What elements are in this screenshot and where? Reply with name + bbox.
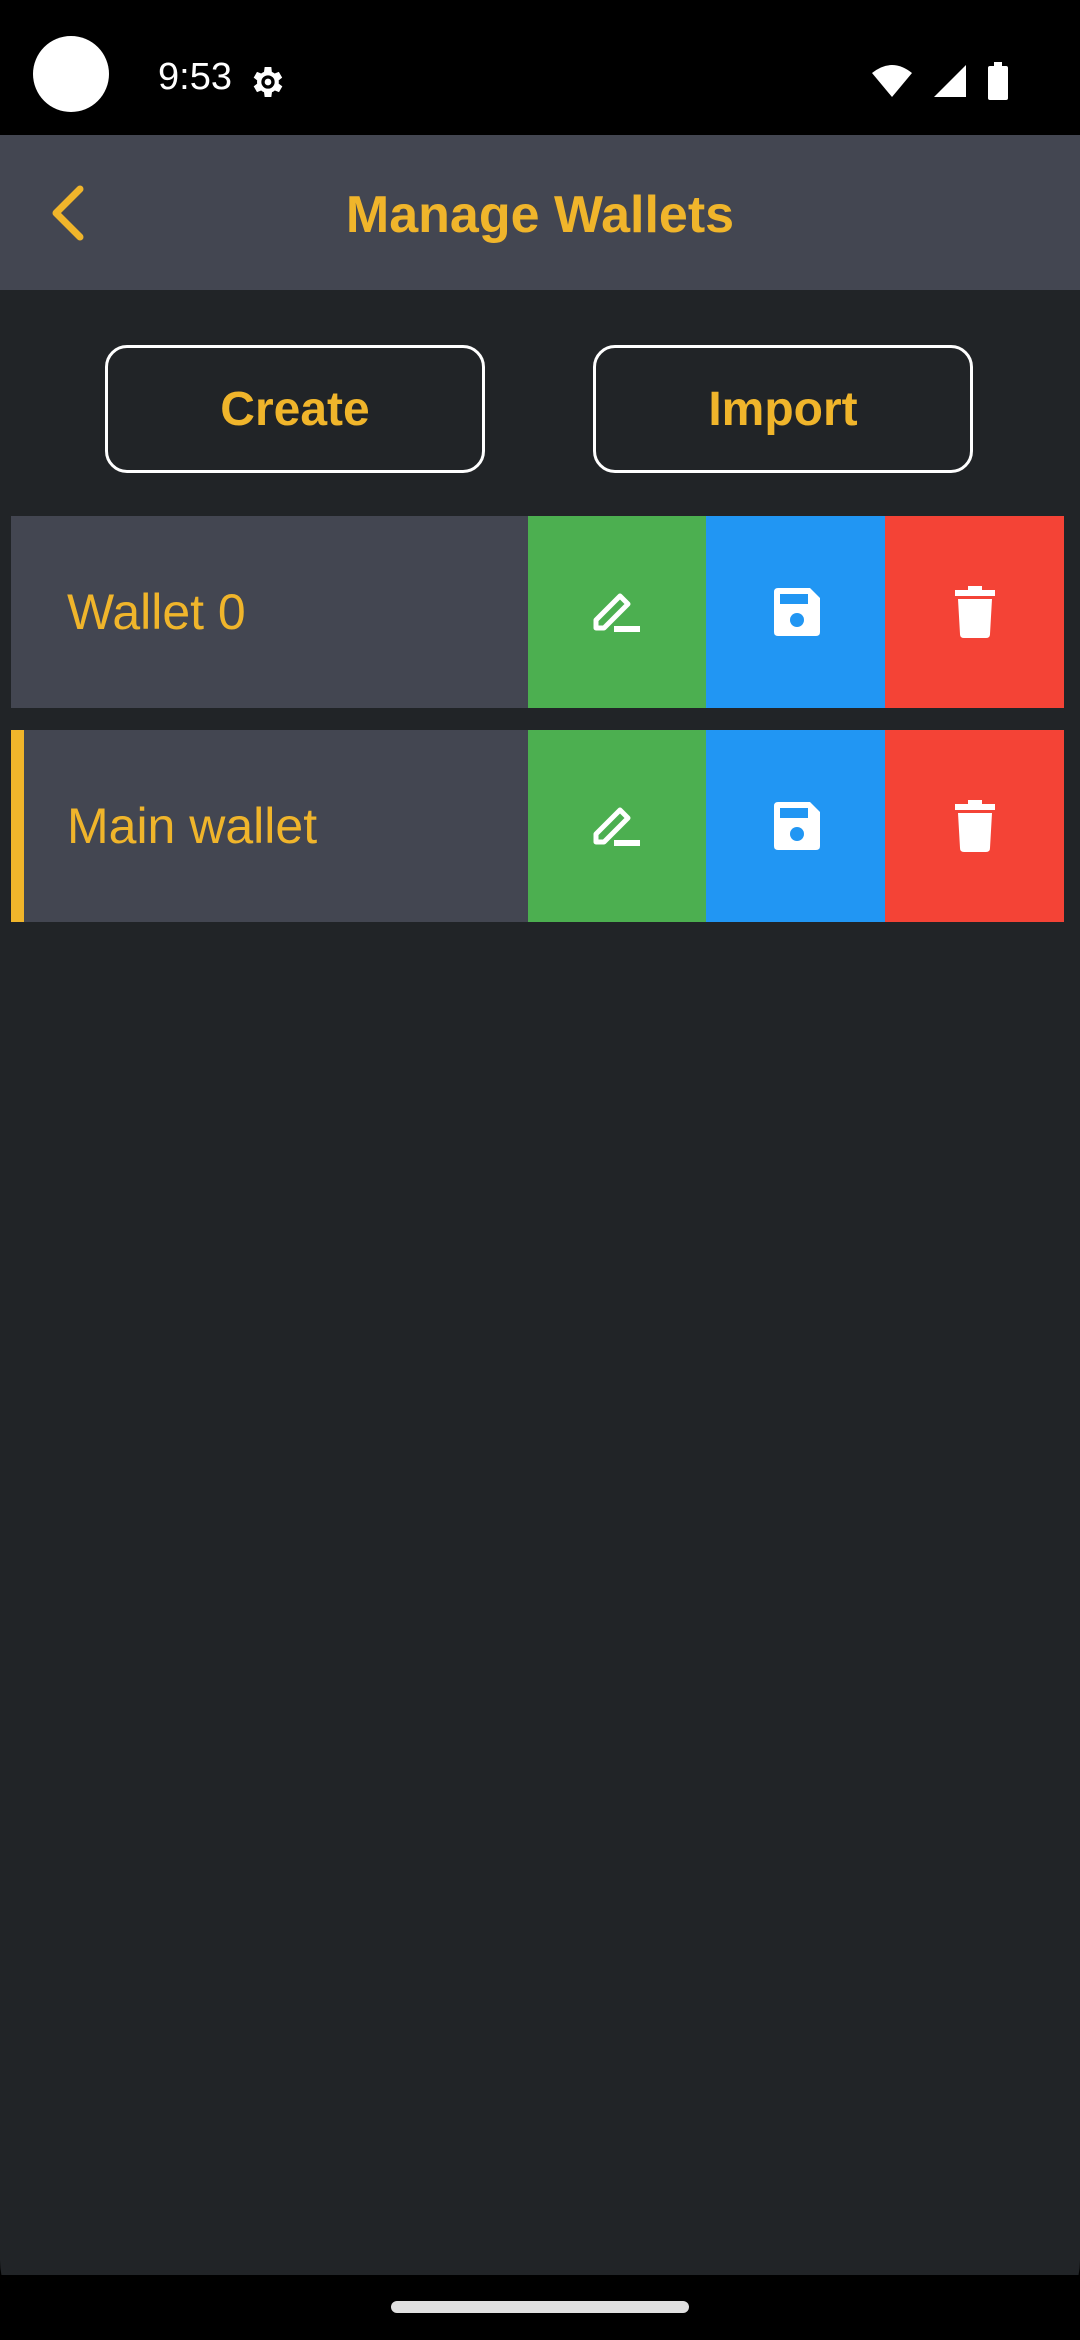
wallet-row[interactable]: Wallet 0 — [11, 516, 1065, 708]
pencil-icon — [593, 593, 640, 632]
import-button[interactable]: Import — [593, 345, 973, 473]
status-time: 9:53 — [158, 56, 232, 98]
wallet-name: Main wallet — [66, 798, 318, 854]
home-gesture-handle[interactable] — [391, 2301, 689, 2313]
main-content: Create Import Wallet 0 Main wallet — [0, 290, 1080, 2275]
status-bar: 9:53 — [0, 0, 1080, 135]
trash-icon — [954, 586, 995, 638]
phone-screen: 9:53 Manage Wallets Create Import Wallet… — [0, 0, 1080, 2340]
delete-wallet-button[interactable] — [885, 516, 1065, 708]
edit-wallet-button[interactable] — [527, 516, 707, 708]
create-button[interactable]: Create — [105, 345, 485, 473]
floppy-disk-icon — [773, 588, 820, 636]
wallet-row[interactable]: Main wallet — [11, 730, 1065, 922]
pencil-icon — [593, 807, 640, 846]
trash-icon — [954, 800, 995, 852]
delete-wallet-button[interactable] — [885, 730, 1065, 922]
edit-wallet-button[interactable] — [527, 730, 707, 922]
battery-icon — [988, 62, 1008, 100]
selection-indicator — [11, 516, 24, 708]
gear-icon — [253, 67, 283, 97]
signal-icon — [934, 65, 966, 97]
save-wallet-button[interactable] — [706, 730, 886, 922]
wifi-icon — [872, 65, 912, 97]
status-icons — [870, 62, 1010, 100]
save-wallet-button[interactable] — [706, 516, 886, 708]
system-nav-bar — [0, 2275, 1080, 2340]
app-bar: Manage Wallets — [0, 135, 1080, 290]
camera-cutout — [33, 36, 109, 112]
selection-indicator — [11, 730, 24, 922]
floppy-disk-icon — [773, 802, 820, 850]
wallet-name: Wallet 0 — [66, 584, 246, 640]
page-title: Manage Wallets — [345, 186, 735, 244]
